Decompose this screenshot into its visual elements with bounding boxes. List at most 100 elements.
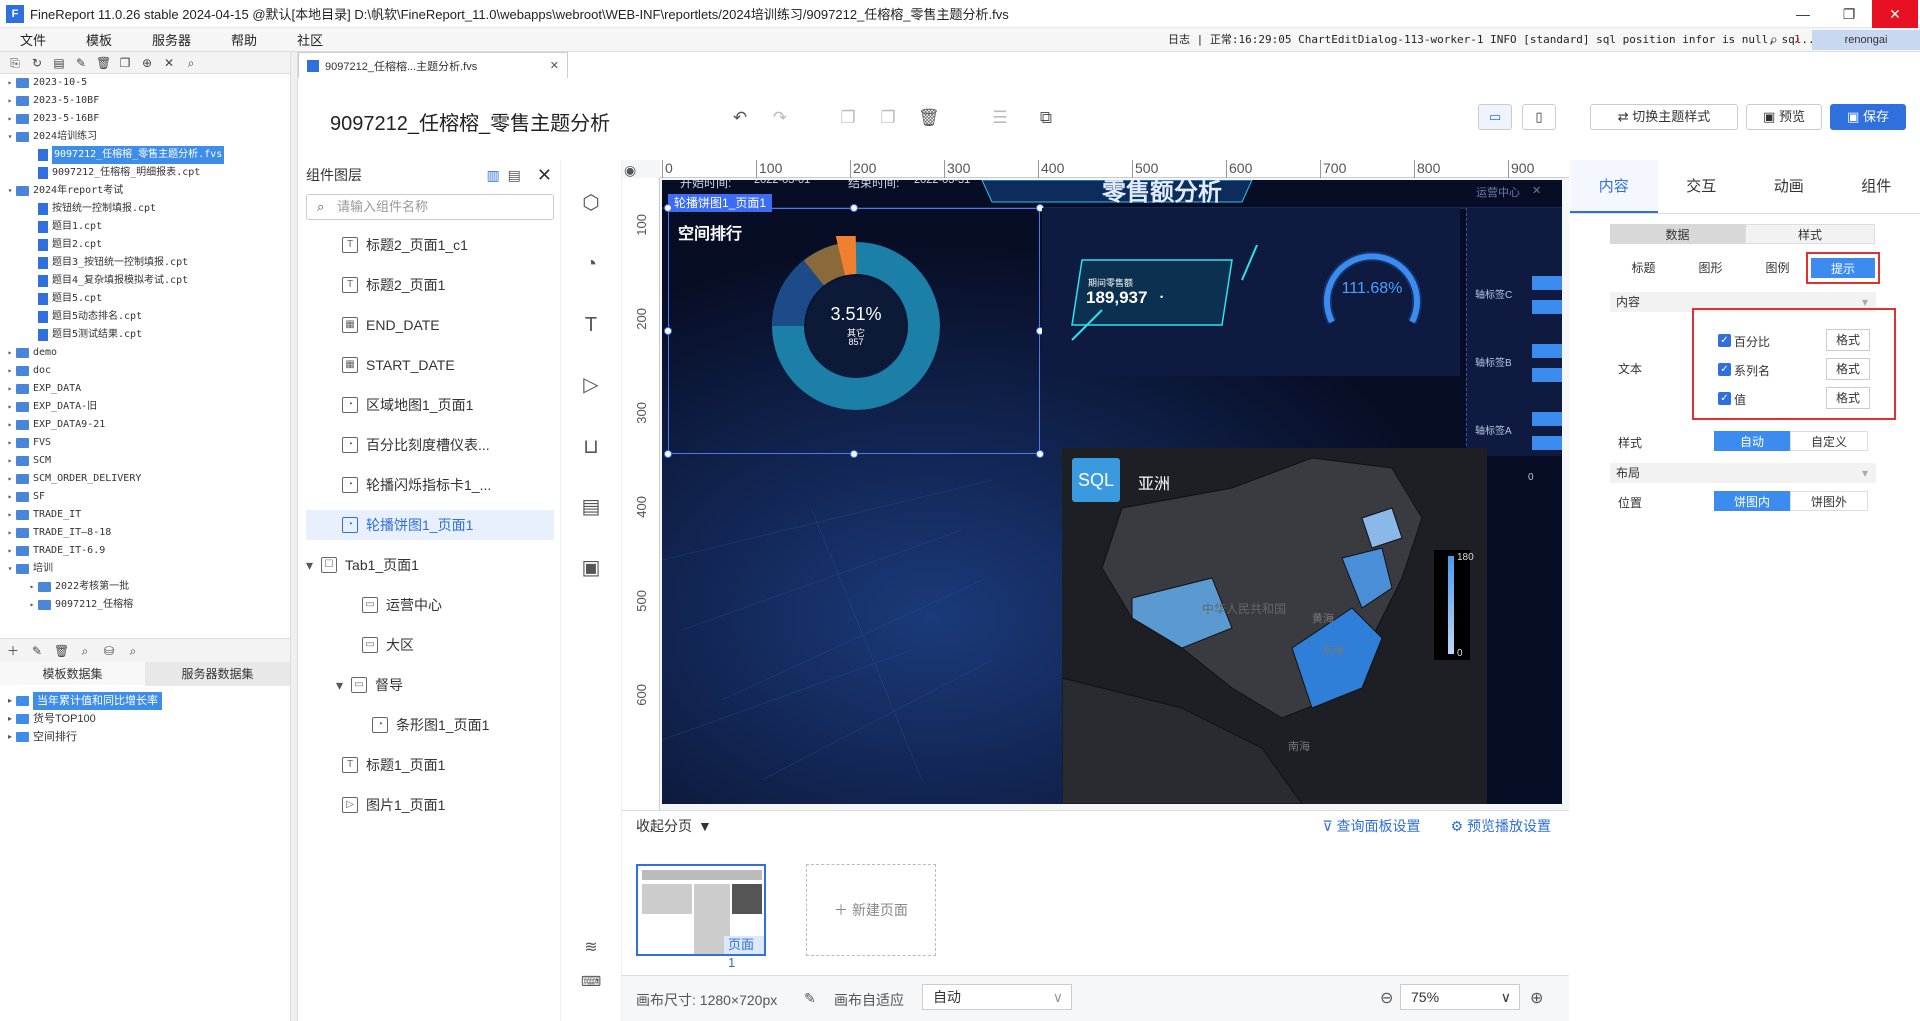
copy-icon[interactable]: ❐	[118, 56, 132, 70]
layer-search-input[interactable]: ⌕ 请输入组件名称	[306, 194, 554, 220]
expand-arrow-icon[interactable]: ▸	[4, 344, 16, 362]
new-page-button[interactable]: ＋ 新建页面	[806, 864, 936, 956]
style-tab-title[interactable]: 标题	[1610, 258, 1677, 278]
layer-item[interactable]: ◔ 百分比刻度槽仪表...	[342, 430, 490, 460]
menu-server[interactable]: 服务器	[132, 30, 211, 49]
search-icon[interactable]: ⌕	[1770, 31, 1778, 48]
expand-arrow-icon[interactable]: ▸	[4, 506, 16, 524]
tree-folder[interactable]: ▸ EXP_DATA-旧	[0, 398, 290, 416]
redo-icon[interactable]: ↷	[770, 108, 790, 128]
edit-icon[interactable]: ✎	[30, 644, 44, 658]
menu-help[interactable]: 帮助	[211, 30, 277, 49]
format-button[interactable]: 格式	[1826, 387, 1870, 409]
keyboard-icon[interactable]: ⌨	[578, 968, 604, 994]
layer-item[interactable]: ▦ END_DATE	[342, 310, 440, 340]
edit-icon[interactable]: ✎	[804, 990, 816, 1007]
minimize-button[interactable]: —	[1780, 0, 1826, 28]
search-icon[interactable]: ⌕	[184, 56, 198, 70]
tree-folder[interactable]: ▸ FVS	[0, 434, 290, 452]
play-settings-link[interactable]: ⚙ 预览播放设置	[1451, 816, 1551, 836]
undo-icon[interactable]: ↶	[730, 108, 750, 128]
close-panel-icon[interactable]: ✕	[537, 165, 552, 186]
locate-icon[interactable]: ⊕	[140, 56, 154, 70]
tree-file[interactable]: 题目5.cpt	[0, 290, 290, 308]
tab-content[interactable]: 内容	[1570, 160, 1658, 213]
switch-theme-button[interactable]: ⇄ 切换主题样式	[1590, 104, 1738, 130]
expand-arrow-icon[interactable]: ▸	[26, 578, 38, 596]
layers-icon[interactable]: ≋	[578, 935, 604, 961]
start-date-value[interactable]: 2022-03-01	[754, 180, 810, 186]
layer-item[interactable]: T 标题2_页面1_c1	[342, 230, 468, 260]
tree-folder[interactable]: ▸ SCM_ORDER_DELIVERY	[0, 470, 290, 488]
eye-icon[interactable]: ◉	[624, 162, 636, 179]
format-button[interactable]: 格式	[1826, 329, 1870, 351]
dataset-item[interactable]: ▸ 货号TOP100	[0, 710, 290, 728]
end-date-value[interactable]: 2022-03-31	[914, 180, 970, 186]
expand-arrow-icon[interactable]: ▸	[4, 362, 16, 380]
adapt-select[interactable]: 自动 ∨	[922, 984, 1072, 1010]
layer-item[interactable]: ▭ 运营中心	[362, 590, 442, 620]
tree-folder[interactable]: ▸ SCM	[0, 452, 290, 470]
expand-arrow-icon[interactable]: ▸	[4, 416, 16, 434]
menu-community[interactable]: 社区	[277, 30, 343, 49]
edit-icon[interactable]: ✎	[74, 56, 88, 70]
tree-folder[interactable]: ▾ 2024年report考试	[0, 182, 290, 200]
expand-arrow-icon[interactable]: ▸	[4, 398, 16, 416]
expand-arrow-icon[interactable]: ▾	[4, 560, 16, 578]
tree-folder[interactable]: ▸ EXP_DATA9-21	[0, 416, 290, 434]
expand-arrow-icon[interactable]: ▸	[4, 542, 16, 560]
resize-handle[interactable]	[664, 327, 672, 335]
tree-folder[interactable]: ▸ demo	[0, 344, 290, 362]
tree-folder[interactable]: ▾ 培训	[0, 560, 290, 578]
tree-folder[interactable]: ▸ TRADE_IT	[0, 506, 290, 524]
layer-item[interactable]: T 标题2_页面1	[342, 270, 445, 300]
layer-item[interactable]: ▾ ▭ 督导	[336, 670, 403, 700]
position-outside[interactable]: 饼图外	[1790, 491, 1868, 511]
caret-down-icon[interactable]: ▼	[698, 818, 712, 834]
add-icon[interactable]: ＋	[6, 644, 20, 658]
style-tab-legend[interactable]: 图例	[1744, 258, 1811, 278]
caret-down-icon[interactable]: ▾	[336, 670, 343, 700]
dashboard-canvas[interactable]: 开始时间: 2022-03-01 结束时间: 2022-03-31 零售额分析 …	[662, 180, 1562, 804]
tree-folder[interactable]: ▸ 2023-10-5	[0, 74, 290, 92]
user-badge[interactable]: renongai	[1812, 30, 1920, 50]
expand-arrow-icon[interactable]: ▸	[4, 452, 16, 470]
tree-file[interactable]: 题目4_复杂填报模拟考试.cpt	[0, 272, 290, 290]
search-icon[interactable]: ⌕	[126, 644, 140, 658]
maximize-icon[interactable]: ❐	[1826, 0, 1872, 28]
layer-order-icon[interactable]: ⧉	[1036, 108, 1056, 128]
copy-icon[interactable]: ❐	[838, 108, 858, 128]
tree-file[interactable]: 题目5动态排名.cpt	[0, 308, 290, 326]
document-tab[interactable]: 9097212_任榕榕...主题分析.fvs ✕	[298, 52, 568, 78]
tree-folder[interactable]: ▸ 2022考核第一批	[0, 578, 290, 596]
zoom-out-icon[interactable]: ⊖	[1380, 988, 1393, 1008]
preview-icon[interactable]: ⌕	[78, 644, 92, 658]
tree-folder[interactable]: ▸ 2023-5-16BF	[0, 110, 290, 128]
close-icon[interactable]: ✕	[1532, 184, 1541, 197]
align-icon[interactable]: ☰	[990, 108, 1010, 128]
layer-item[interactable]: ▦ START_DATE	[342, 350, 455, 380]
database-icon[interactable]: ⛁	[102, 644, 116, 658]
layer-item[interactable]: ▾ ☐ Tab1_页面1	[306, 550, 419, 580]
bell-icon[interactable]: ♪	[1794, 31, 1801, 46]
layer-item[interactable]: ◔ 条形图1_页面1	[372, 710, 489, 740]
expand-arrow-icon[interactable]: ▸	[4, 92, 16, 110]
tree-folder[interactable]: ▸ 9097212_任榕榕	[0, 596, 290, 614]
layout-alt-icon[interactable]: ▤	[508, 167, 521, 184]
refresh-icon[interactable]: ↻	[30, 56, 44, 70]
delete-icon[interactable]: 🗑	[918, 108, 940, 128]
tree-file[interactable]: 题目1.cpt	[0, 218, 290, 236]
tree-folder[interactable]: ▸ TRADE_IT-6.9	[0, 542, 290, 560]
delete-icon[interactable]: 🗑	[54, 644, 69, 658]
tab-template-dataset[interactable]: 模板数据集	[0, 662, 145, 686]
layout-section[interactable]: 布局 ▾	[1610, 463, 1876, 483]
paste-icon[interactable]: ❐	[878, 108, 898, 128]
layer-item[interactable]: ◔ 区域地图1_页面1	[342, 390, 473, 420]
tree-file[interactable]: 9097212_任榕榕_明细报表.cpt	[0, 164, 290, 182]
expand-arrow-icon[interactable]: ▾	[4, 182, 16, 200]
expand-arrow-icon[interactable]: ▸	[4, 434, 16, 452]
layer-item[interactable]: ▭ 大区	[362, 630, 414, 660]
style-auto[interactable]: 自动	[1714, 431, 1790, 451]
dataset-item[interactable]: ▸ 当年累计值和同比增长率	[0, 692, 290, 710]
inbox-icon[interactable]: ⊔	[578, 434, 604, 460]
